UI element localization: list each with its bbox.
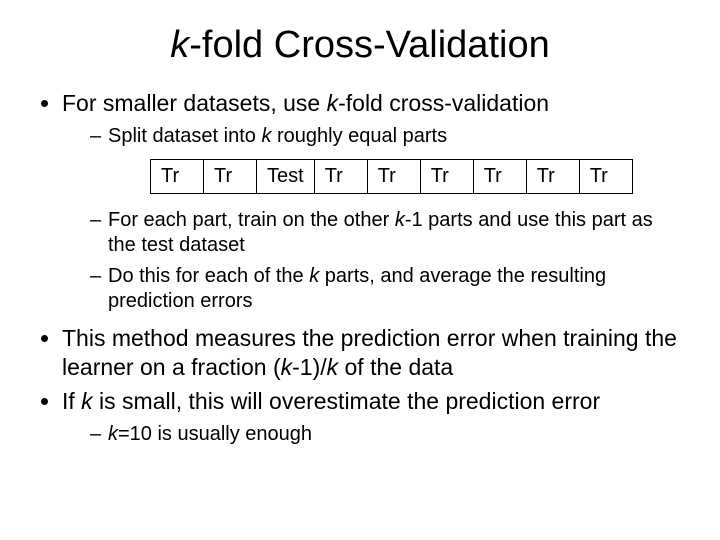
fold-cell: Tr	[526, 159, 579, 193]
subbullet-k10-k: k	[108, 423, 118, 445]
fold-cell: Tr	[367, 159, 420, 193]
bullet-3-pre: If	[62, 388, 81, 414]
fold-cell: Tr	[420, 159, 473, 193]
bullet-1-sublist-2: For each part, train on the other k-1 pa…	[62, 208, 684, 314]
bullet-1-text-pre: For smaller datasets, use	[62, 90, 327, 116]
fold-row: Tr Tr Test Tr Tr Tr Tr Tr Tr	[151, 159, 633, 193]
subbullet-train-k: k	[395, 209, 405, 231]
bullet-1-sublist: Split dataset into k roughly equal parts	[62, 124, 684, 149]
subbullet-split-post: roughly equal parts	[271, 125, 447, 147]
subbullet-train: For each part, train on the other k-1 pa…	[90, 208, 684, 258]
bullet-2-k2: k	[327, 354, 339, 380]
bullet-1-text-post: -fold cross-validation	[338, 90, 549, 116]
bullet-list: For smaller datasets, use k-fold cross-v…	[36, 89, 684, 447]
bullet-1: For smaller datasets, use k-fold cross-v…	[62, 89, 684, 314]
bullet-3-post: is small, this will overestimate the pre…	[93, 388, 600, 414]
fold-cell: Tr	[579, 159, 632, 193]
subbullet-train-pre: For each part, train on the other	[108, 209, 395, 231]
bullet-3: If k is small, this will overestimate th…	[62, 387, 684, 447]
bullet-2-k1: k	[281, 354, 293, 380]
fold-table: Tr Tr Test Tr Tr Tr Tr Tr Tr	[150, 159, 633, 194]
subbullet-average: Do this for each of the k parts, and ave…	[90, 264, 684, 314]
title-rest: -fold Cross-Validation	[189, 24, 549, 66]
subbullet-split-pre: Split dataset into	[108, 125, 261, 147]
fold-cell: Tr	[314, 159, 367, 193]
fold-cell: Tr	[151, 159, 204, 193]
subbullet-average-pre: Do this for each of the	[108, 265, 309, 287]
bullet-3-sublist: k=10 is usually enough	[62, 422, 684, 447]
subbullet-average-k: k	[309, 265, 319, 287]
bullet-2: This method measures the prediction erro…	[62, 324, 684, 382]
bullet-2-mid: -1)/	[292, 354, 327, 380]
slide-title: k-fold Cross-Validation	[36, 24, 684, 67]
slide: k-fold Cross-Validation For smaller data…	[0, 0, 720, 540]
bullet-3-k: k	[81, 388, 93, 414]
bullet-1-italic-k: k	[327, 90, 339, 116]
subbullet-k10: k=10 is usually enough	[90, 422, 684, 447]
subbullet-split-k: k	[261, 125, 271, 147]
bullet-2-post: of the data	[338, 354, 453, 380]
fold-cell-test: Test	[257, 159, 315, 193]
fold-cell: Tr	[473, 159, 526, 193]
title-italic-k: k	[170, 24, 189, 66]
subbullet-k10-post: =10 is usually enough	[118, 423, 312, 445]
fold-diagram: Tr Tr Test Tr Tr Tr Tr Tr Tr	[150, 159, 684, 194]
subbullet-split: Split dataset into k roughly equal parts	[90, 124, 684, 149]
fold-cell: Tr	[204, 159, 257, 193]
